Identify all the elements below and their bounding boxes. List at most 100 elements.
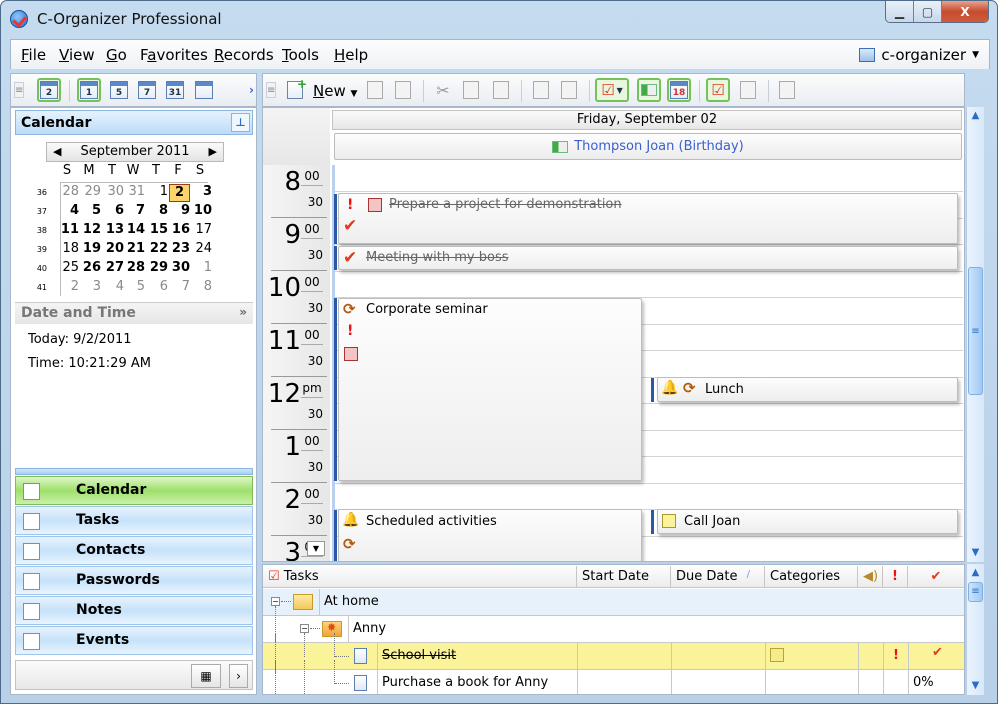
calendar-day[interactable]: 12	[80, 222, 101, 237]
menu-tools[interactable]: Tools	[282, 46, 319, 64]
due-date-cell[interactable]	[671, 643, 765, 669]
two-day-view-button[interactable]: 2	[37, 78, 61, 102]
nav-item-calendar[interactable]: Calendar	[15, 476, 253, 505]
scroll-down-time-button[interactable]: ▼	[307, 541, 325, 556]
event-call-joan[interactable]: Call Joan	[657, 509, 958, 534]
toolbar-overflow-button[interactable]: ›	[249, 83, 254, 97]
due-date-cell[interactable]	[671, 670, 765, 694]
previous-month-button[interactable]: ◀	[53, 143, 61, 161]
categories-cell[interactable]	[765, 643, 858, 669]
calendar-day[interactable]: 7	[169, 279, 190, 294]
calendar-day[interactable]: 17	[191, 222, 212, 237]
collapse-icon[interactable]: −	[271, 597, 280, 606]
contacts-pane-button[interactable]	[637, 78, 661, 102]
collapse-icon[interactable]: »	[239, 305, 247, 319]
profile-selector[interactable]: c-organizer ▼	[859, 46, 979, 64]
maximize-button[interactable]: ▢	[914, 1, 942, 22]
column-start-date[interactable]: Start Date	[577, 566, 671, 588]
new-record-icon[interactable]: +	[283, 77, 307, 102]
calendar-day[interactable]: 14	[124, 222, 145, 237]
column-reminder[interactable]: ◀)	[858, 566, 883, 588]
copy-icon[interactable]	[459, 78, 483, 102]
toolbar-grip[interactable]: ≡	[14, 82, 24, 98]
categories-cell[interactable]	[765, 670, 858, 694]
mark-complete-icon[interactable]	[529, 78, 553, 102]
calendar-day[interactable]: 15	[147, 222, 168, 237]
tasks-pane-button[interactable]: ☑ ▼	[595, 78, 629, 102]
menu-favorites[interactable]: Favorites	[140, 46, 208, 64]
start-date-cell[interactable]	[577, 643, 671, 669]
year-view-button[interactable]	[192, 78, 216, 102]
date-time-header[interactable]: Date and Time »	[15, 302, 253, 324]
calendar-day[interactable]: 8	[147, 203, 168, 218]
date-header[interactable]: Friday, September 02	[332, 110, 962, 130]
work-week-view-button[interactable]: 5	[107, 78, 131, 102]
start-date-cell[interactable]	[577, 670, 671, 694]
calendar-day[interactable]: 2	[169, 184, 190, 202]
next-month-button[interactable]: ▶	[209, 143, 217, 161]
column-priority[interactable]: !	[883, 566, 908, 588]
calendar-day[interactable]: 6	[103, 203, 124, 218]
nav-item-tasks[interactable]: Tasks	[15, 506, 253, 535]
completed-check-icon[interactable]: ✔	[908, 643, 964, 669]
event-prepare-project[interactable]: ! Prepare a project for demonstration ✔	[338, 193, 958, 244]
calendar-day[interactable]: 8	[191, 279, 212, 294]
menu-view[interactable]: View	[59, 46, 95, 64]
scroll-thumb[interactable]: ≡	[968, 267, 983, 395]
calendar-day[interactable]: 2	[58, 279, 79, 294]
delete-icon[interactable]	[391, 78, 415, 102]
new-button[interactable]: New ▼	[313, 82, 357, 100]
menu-records[interactable]: Records	[214, 46, 274, 64]
calendar-day[interactable]: 1	[147, 184, 168, 199]
nav-item-passwords[interactable]: Passwords	[15, 566, 253, 595]
tasks-scrollbar[interactable]: ▲ ≡ ▼	[966, 564, 984, 695]
sticky-note-icon[interactable]	[557, 78, 581, 102]
collapse-icon[interactable]: −	[300, 624, 309, 633]
scroll-thumb[interactable]: ≡	[968, 582, 983, 602]
calendar-day[interactable]: 13	[103, 222, 124, 237]
scroll-up-button[interactable]: ▲	[967, 108, 984, 124]
progress-cell[interactable]: 0%	[908, 670, 964, 694]
calendar-day[interactable]: 3	[191, 184, 212, 199]
calendar-day[interactable]: 3	[80, 279, 101, 294]
menu-go[interactable]: Go	[106, 46, 127, 64]
calendar-day[interactable]: 26	[80, 260, 101, 275]
pin-icon[interactable]: ⊥	[231, 113, 250, 132]
calculator-icon[interactable]	[775, 78, 799, 102]
scroll-up-button[interactable]: ▲	[967, 565, 984, 581]
task-row[interactable]: School visit ! ✔	[263, 633, 964, 673]
calendar-day[interactable]: 9	[169, 203, 190, 218]
calendar-day[interactable]: 18	[58, 241, 79, 256]
calendar-day[interactable]: 4	[58, 203, 79, 218]
filter-icon[interactable]	[736, 78, 760, 102]
calendar-day[interactable]: 31	[124, 184, 145, 199]
calendar-day[interactable]: 11	[58, 222, 79, 237]
nav-splitter[interactable]	[15, 468, 253, 475]
scroll-down-button[interactable]: ▼	[967, 678, 984, 694]
chevron-right-icon[interactable]: ›	[229, 664, 248, 688]
day-view-button[interactable]: 1	[77, 78, 101, 102]
calendar-day[interactable]: 5	[124, 279, 145, 294]
cut-icon[interactable]: ✂	[431, 78, 455, 102]
priority-cell[interactable]	[883, 670, 908, 694]
nav-item-notes[interactable]: Notes	[15, 596, 253, 625]
week-view-button[interactable]: 7	[135, 78, 159, 102]
task-row[interactable]: − ✸ Anny	[263, 606, 964, 646]
menu-file[interactable]: File	[21, 46, 46, 64]
calendar-day[interactable]: 6	[147, 279, 168, 294]
month-view-button[interactable]: 31	[163, 78, 187, 102]
reminder-cell[interactable]	[858, 670, 883, 694]
calendar-day[interactable]: 16	[169, 222, 190, 237]
column-completed[interactable]: ✔	[908, 566, 964, 588]
scroll-down-button[interactable]: ▼	[967, 545, 984, 561]
column-tasks[interactable]: ☑ Tasks	[263, 566, 577, 588]
calendar-day[interactable]: 20	[103, 241, 124, 256]
all-day-event[interactable]: Thompson Joan (Birthday)	[334, 133, 962, 160]
events-pane-button[interactable]: 18	[667, 78, 691, 102]
calendar-day[interactable]: 7	[124, 203, 145, 218]
calendar-day[interactable]: 1	[191, 260, 212, 275]
day-view-scrollbar[interactable]: ▲ ≡ ▼	[966, 107, 984, 562]
nav-item-contacts[interactable]: Contacts	[15, 536, 253, 565]
task-row[interactable]: − At home	[263, 589, 964, 616]
close-button[interactable]: X	[942, 1, 988, 22]
